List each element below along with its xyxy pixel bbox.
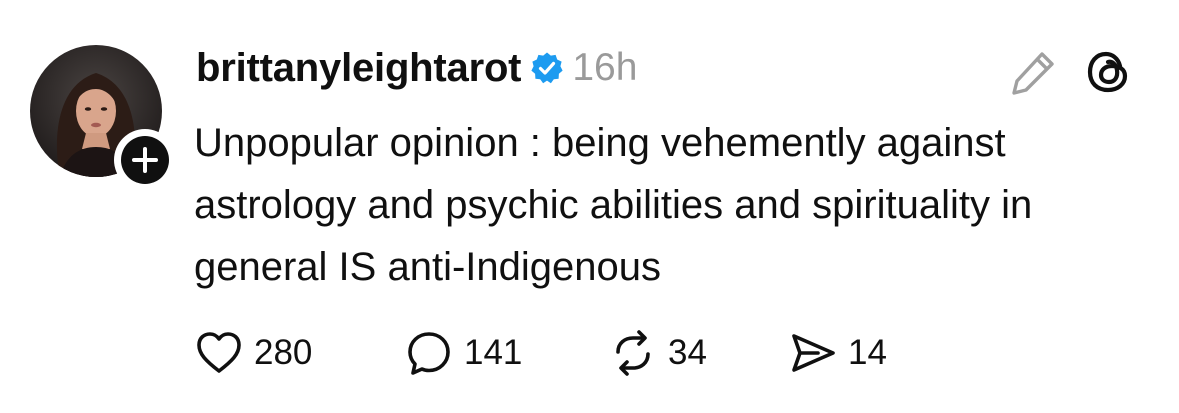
repost-count: 34 [668, 333, 707, 372]
like-button[interactable]: 280 [194, 328, 312, 378]
verified-badge-icon [530, 51, 564, 85]
avatar-container[interactable] [30, 45, 176, 191]
comment-bubble-icon [404, 328, 454, 378]
post-text: Unpopular opinion : being vehemently aga… [194, 121, 1033, 289]
reply-count: 141 [464, 333, 523, 372]
heart-icon [194, 328, 244, 378]
threads-menu-button[interactable] [1082, 46, 1134, 98]
post-header: brittanyleightarot 16h [196, 40, 637, 96]
repost-icon [608, 328, 658, 378]
reply-button[interactable]: 141 [404, 328, 522, 378]
plus-icon [121, 136, 169, 184]
pencil-icon [1012, 52, 1054, 95]
share-count: 14 [848, 333, 887, 372]
timestamp: 16h [572, 46, 638, 89]
follow-button[interactable] [114, 129, 176, 191]
send-icon [788, 328, 838, 378]
share-button[interactable]: 14 [788, 328, 887, 378]
username-link[interactable]: brittanyleightarot [196, 46, 522, 91]
edit-button[interactable] [1006, 44, 1062, 100]
like-count: 280 [254, 333, 313, 372]
threads-logo-icon [1087, 51, 1128, 93]
repost-button[interactable]: 34 [608, 328, 707, 378]
